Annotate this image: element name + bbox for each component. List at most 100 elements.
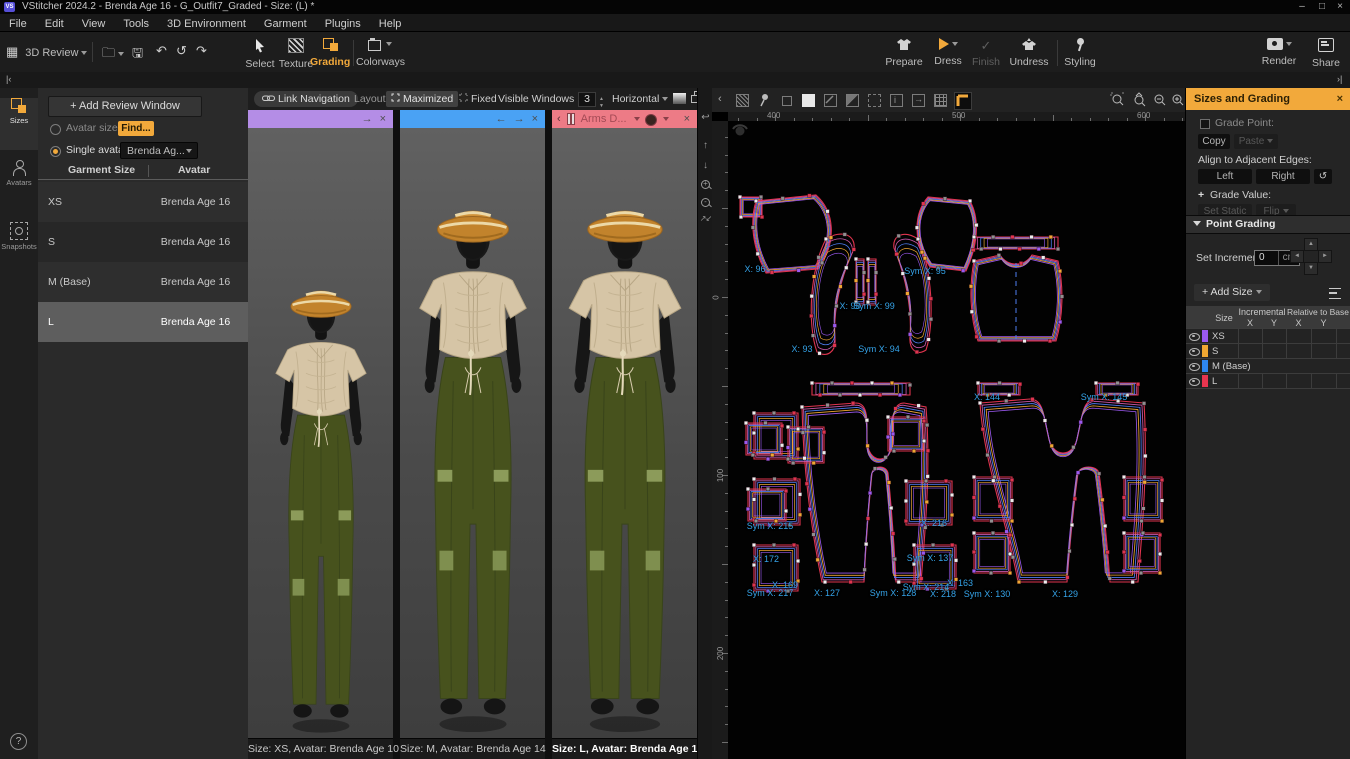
grade-point-label[interactable]: X: 163 [947, 578, 973, 588]
grade-point-label[interactable]: Sym X: 145 [1081, 392, 1128, 402]
viewport-3d-m[interactable] [400, 128, 545, 738]
viewport-3d-l[interactable] [552, 128, 697, 738]
fit-view-icon[interactable]: ↗↙ [698, 214, 713, 223]
pose-dropdown[interactable]: Arms D... [581, 110, 627, 128]
rail-item-avatars[interactable]: Avatars [0, 160, 38, 212]
grade-value-cell[interactable] [1262, 329, 1286, 343]
piece-filled-icon[interactable] [800, 92, 816, 108]
piece-small-icon[interactable] [778, 92, 794, 108]
align-right-button[interactable]: Right [1256, 169, 1310, 184]
grade-value-cell[interactable] [1336, 374, 1350, 388]
nudge-right-button[interactable]: ► [1318, 250, 1332, 263]
menu-3d-environment[interactable]: 3D Environment [158, 16, 255, 30]
size-row-l[interactable]: LBrenda Age 16 [38, 302, 248, 342]
collapse-icon[interactable]: ‹ [557, 110, 561, 128]
link-navigation-button[interactable]: Link Navigation [254, 91, 358, 107]
close-icon[interactable]: × [1337, 88, 1343, 110]
undo-button[interactable]: ↶ [156, 43, 167, 59]
minimize-button[interactable]: – [1294, 0, 1310, 13]
grade-value-cell[interactable] [1286, 344, 1311, 358]
grade-value-cell[interactable] [1262, 374, 1286, 388]
zoom-out-icon[interactable]: - [701, 198, 710, 207]
menu-help[interactable]: Help [370, 16, 411, 30]
forward-icon[interactable]: → [514, 110, 525, 128]
point-grading-section[interactable]: Point Grading [1186, 215, 1350, 234]
grade-point-label[interactable]: X: 93 [791, 344, 812, 354]
grade-value-cell[interactable] [1238, 329, 1262, 343]
close-icon[interactable]: × [684, 110, 690, 128]
styling-button[interactable]: Styling [1060, 38, 1100, 68]
grade-value-cell[interactable] [1311, 344, 1336, 358]
menu-view[interactable]: View [73, 16, 115, 30]
nudge-up-button[interactable]: ▲ [1304, 238, 1318, 251]
grade-point-label[interactable]: Sym X: 95 [904, 266, 946, 276]
visibility-eye-icon[interactable] [1189, 363, 1200, 371]
grade-value-cell[interactable] [1311, 329, 1336, 343]
avatar-size-set-radio[interactable] [50, 124, 61, 135]
grade-value-cell[interactable] [1262, 344, 1286, 358]
grade-point-label[interactable]: Sym X: 137 [907, 553, 954, 563]
open-file-button[interactable]: 🗀 [102, 44, 124, 66]
rail-item-sizes[interactable]: Sizes [0, 98, 38, 150]
grade-value-cell[interactable] [1286, 374, 1311, 388]
panel-header[interactable]: Sizes and Grading × [1186, 88, 1350, 110]
menu-file[interactable]: File [0, 16, 36, 30]
grade-point-checkbox[interactable] [1200, 119, 1210, 129]
close-icon[interactable]: × [532, 110, 538, 128]
help-button[interactable]: ? [10, 733, 27, 750]
grade-point-label[interactable]: X: 96 [744, 264, 765, 274]
zoom-in-icon[interactable]: + [701, 180, 710, 189]
grid-tool-icon[interactable] [932, 92, 948, 108]
grade-point-label[interactable]: X: 144 [974, 392, 1000, 402]
menu-garment[interactable]: Garment [255, 16, 316, 30]
menu-tools[interactable]: Tools [114, 16, 158, 30]
select-tool[interactable]: Select [242, 38, 278, 70]
copy-button[interactable]: Copy [1198, 134, 1230, 149]
brush-tool-icon[interactable] [844, 92, 860, 108]
zoom-out-icon[interactable] [1152, 92, 1168, 108]
grade-value-cell[interactable] [1336, 329, 1350, 343]
rail-item-snapshots[interactable]: Snapshots [0, 222, 38, 274]
grading-size-row-s[interactable]: S [1186, 344, 1350, 359]
pattern-canvas[interactable]: X: 96Sym X: 95X: 98Sym X: 99X: 93Sym X: … [728, 121, 1185, 759]
grade-value-cell[interactable] [1238, 374, 1262, 388]
menu-plugins[interactable]: Plugins [316, 16, 370, 30]
close-icon[interactable]: × [380, 110, 386, 128]
undress-button[interactable]: Undress [1006, 38, 1052, 68]
info-tool-icon[interactable]: i [888, 92, 904, 108]
visibility-eye-icon[interactable] [1189, 348, 1200, 356]
share-button[interactable]: Share [1308, 38, 1344, 69]
gradient-bg-icon[interactable] [673, 91, 686, 107]
grade-point-label[interactable]: Sym X: 94 [858, 344, 900, 354]
orientation-dropdown[interactable]: Horizontal [612, 91, 668, 107]
grade-point-label[interactable]: Sym X: 130 [964, 589, 1011, 599]
save-button[interactable]: 🖫 [132, 44, 143, 66]
add-size-dropdown[interactable]: + Add Size [1194, 284, 1270, 301]
zoom-area-icon[interactable] [1110, 92, 1126, 108]
window-header-xs[interactable]: × → [248, 110, 393, 128]
nudge-down-button[interactable]: ▼ [1304, 262, 1318, 275]
grade-point-label[interactable]: Sym X: 99 [853, 301, 895, 311]
grade-value-cell[interactable] [1238, 344, 1262, 358]
grade-point-label[interactable]: Sym X: 215 [747, 521, 794, 531]
grading-tool[interactable]: Grading [310, 38, 350, 68]
paste-dropdown[interactable]: Paste [1234, 134, 1278, 149]
grade-value-cell[interactable] [1336, 344, 1350, 358]
move-tool-icon[interactable]: → [910, 92, 926, 108]
edit-tool-icon[interactable] [822, 92, 838, 108]
grade-point-label[interactable]: X: 218 [930, 589, 956, 599]
visibility-eye-icon[interactable] [1189, 333, 1200, 341]
marquee-tool-icon[interactable] [866, 92, 882, 108]
size-row-s[interactable]: SBrenda Age 16 [38, 222, 248, 262]
prepare-button[interactable]: Prepare [884, 38, 924, 68]
reset-align-button[interactable]: ↺ [1314, 169, 1332, 184]
pan-up-icon[interactable]: ↑ [698, 140, 713, 151]
maximize-button[interactable]: □ [1314, 0, 1330, 13]
grading-size-row-xs[interactable]: XS [1186, 329, 1350, 344]
render-button[interactable]: Render [1256, 38, 1302, 67]
window-header-l[interactable]: ‹ Arms D... × ← [552, 110, 697, 128]
align-left-button[interactable]: Left [1198, 169, 1252, 184]
zoom-in-icon[interactable] [1170, 92, 1186, 108]
redo-button[interactable]: ↷ [196, 43, 207, 59]
size-row-xs[interactable]: XSBrenda Age 16 [38, 182, 248, 222]
